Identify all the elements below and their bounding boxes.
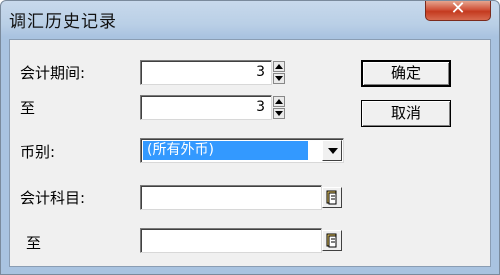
book-lookup-icon[interactable]	[322, 230, 342, 251]
period-from-input[interactable]: 3	[140, 60, 272, 85]
dialog-body: 会计期间: 3 至 3 币别: (所有外币) 会计科目: 至 确定 取消	[9, 39, 491, 267]
account-label: 会计科目:	[20, 189, 86, 207]
to-label-account: 至	[26, 234, 42, 252]
account-from-input[interactable]	[140, 185, 322, 210]
dialog-window: 调汇历史记录 ✕ 会计期间: 3 至 3 币别: (所有外币) 会计科目: 至 …	[0, 0, 500, 275]
close-icon: ✕	[450, 0, 466, 19]
period-to-input[interactable]: 3	[140, 95, 272, 120]
spin-up-icon[interactable]	[273, 96, 285, 107]
spin-down-icon[interactable]	[273, 108, 285, 119]
spin-down-icon[interactable]	[273, 73, 285, 84]
ok-button[interactable]: 确定	[361, 60, 451, 87]
title-bar[interactable]: 调汇历史记录 ✕	[1, 0, 499, 39]
period-from-value: 3	[256, 64, 265, 80]
cancel-button[interactable]: 取消	[361, 100, 451, 127]
close-button[interactable]: ✕	[425, 0, 491, 21]
period-label: 会计期间:	[20, 64, 86, 82]
to-label-period: 至	[20, 99, 36, 117]
currency-label: 币别:	[20, 143, 56, 161]
window-title: 调汇历史记录	[9, 12, 117, 32]
chevron-down-icon[interactable]	[322, 140, 342, 161]
book-lookup-icon[interactable]	[322, 187, 342, 208]
period-from-spinner[interactable]	[272, 60, 286, 85]
currency-select[interactable]: (所有外币)	[140, 138, 344, 163]
account-to-input[interactable]	[140, 228, 322, 253]
currency-selected-value: (所有外币)	[143, 141, 308, 160]
spin-up-icon[interactable]	[273, 61, 285, 72]
period-to-spinner[interactable]	[272, 95, 286, 120]
period-to-value: 3	[256, 99, 265, 115]
